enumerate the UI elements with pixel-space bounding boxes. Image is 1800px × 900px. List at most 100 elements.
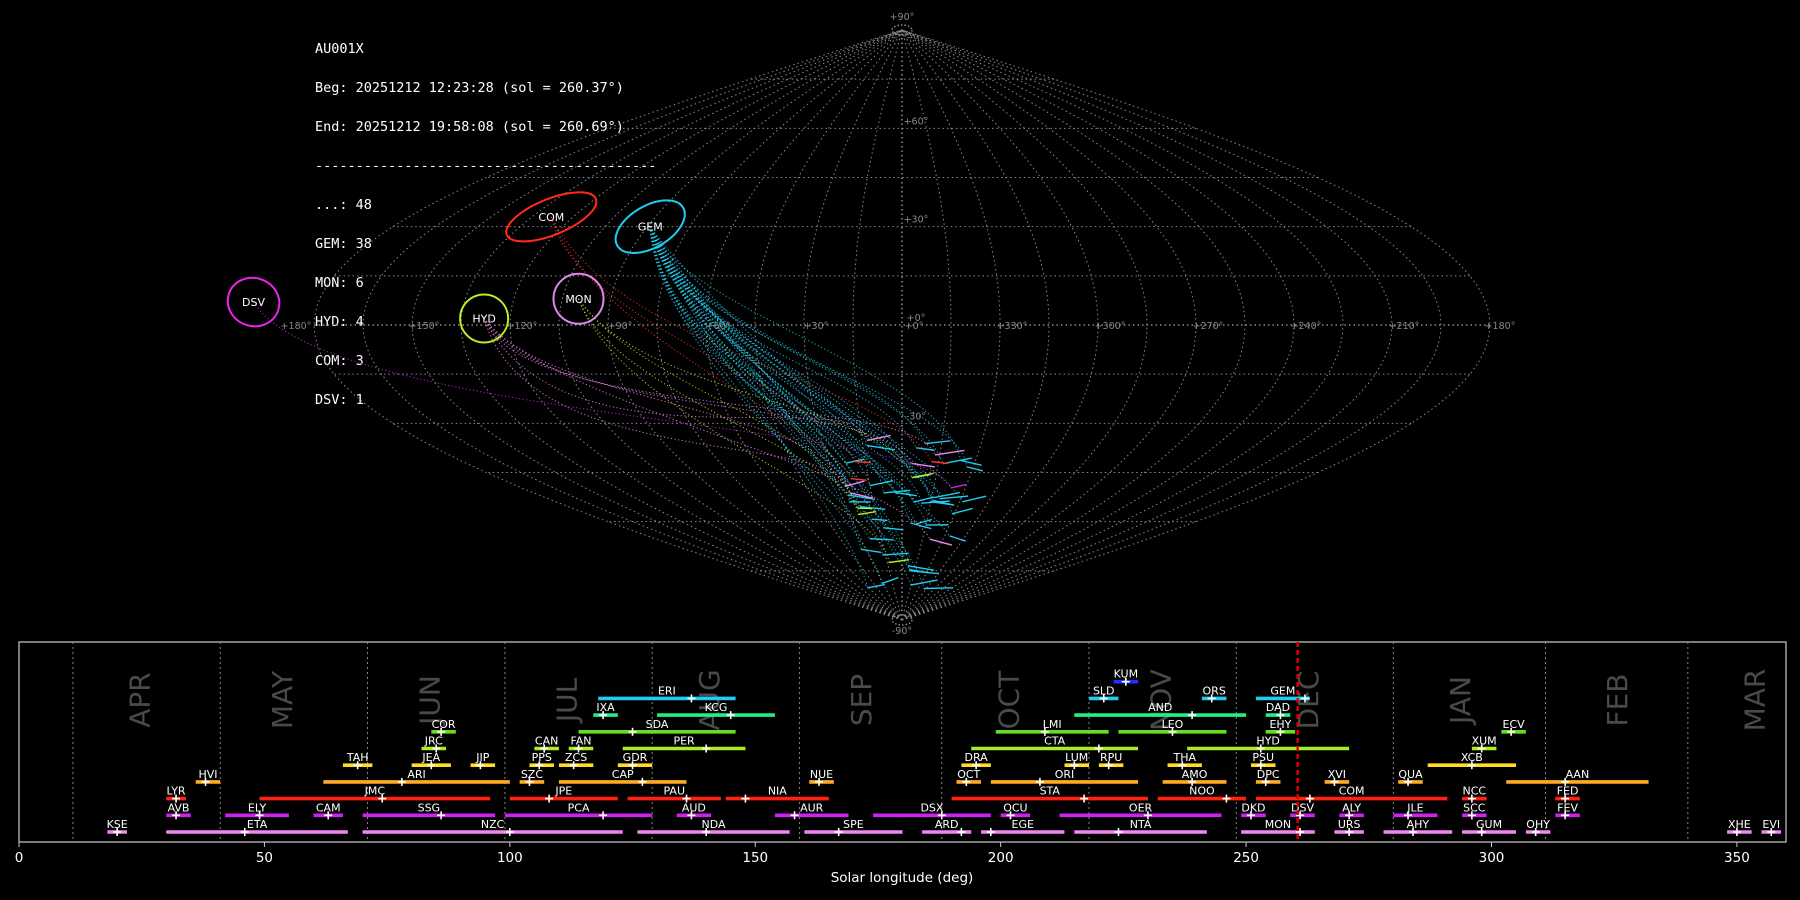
shower-bar: KSE — [107, 818, 128, 836]
shower-bar: EHY — [1265, 718, 1296, 736]
meteor-trail — [649, 226, 873, 520]
shower-code-label: ORI — [1055, 768, 1075, 781]
meteor-segment — [951, 507, 973, 515]
shower-bar: JMC — [259, 785, 491, 803]
shower-bar: JPE — [509, 785, 618, 803]
shower-code-label: HYD — [1256, 735, 1279, 748]
shower-code-label: LEO — [1162, 718, 1184, 731]
meteor-segment — [888, 558, 910, 564]
shower-code-label: PCA — [568, 801, 590, 814]
shower-bar: LUM — [1064, 751, 1090, 770]
longitude-label: +0° — [905, 321, 924, 332]
meteor-segment — [910, 579, 938, 586]
shower-bar: NTA — [1074, 818, 1207, 836]
meteor-segment — [960, 459, 982, 466]
x-tick-label: 200 — [988, 850, 1014, 866]
shower-code-label: SLD — [1093, 684, 1115, 697]
meteor-trail — [649, 226, 922, 504]
shower-code-label: ETA — [247, 818, 268, 831]
meteor-segment — [934, 449, 965, 456]
meteor-segment — [911, 462, 936, 468]
meteor-trail — [649, 226, 933, 501]
meteor-segment — [869, 537, 894, 541]
longitude-label: +330° — [997, 321, 1028, 332]
x-tick-label: 350 — [1724, 850, 1750, 866]
shower-bar: NDA — [637, 818, 790, 836]
shower-bar: ECV — [1501, 718, 1526, 736]
shower-code-label: OHY — [1526, 818, 1550, 831]
shower-code-label: SPE — [843, 818, 864, 831]
meteor-trail — [649, 226, 861, 507]
meteor-trail — [649, 226, 909, 566]
shower-bar: PPS — [529, 751, 555, 770]
meteor-trail — [649, 226, 950, 537]
x-tick-label: 0 — [15, 850, 24, 866]
meteor-trail — [253, 301, 952, 489]
shower-bar: OCU — [1000, 801, 1031, 820]
shower-bar: ELY — [225, 801, 289, 820]
shower-code-label: ECV — [1503, 718, 1526, 731]
x-tick-label: 300 — [1479, 850, 1505, 866]
meteor-segment — [882, 552, 909, 556]
month-label: MAR — [1739, 669, 1772, 732]
shower-bar: DRA — [961, 751, 991, 770]
plot-frame — [18, 641, 1787, 843]
shower-code-label: PAU — [664, 785, 686, 798]
meteor-trail — [649, 226, 851, 496]
shower-bar: KCG — [657, 701, 775, 720]
shower-bar: LMI — [995, 718, 1109, 736]
shower-code-label: PPS — [532, 751, 552, 764]
shower-bar: DKD — [1241, 801, 1266, 820]
radiant-label: DSV — [242, 296, 265, 309]
shower-bar: SLD — [1089, 684, 1119, 703]
shower-code-label: NDA — [702, 818, 727, 831]
shower-code-label: LMI — [1043, 718, 1062, 731]
shower-code-label: KUM — [1114, 668, 1138, 681]
shower-code-label: NZC — [481, 818, 505, 831]
shower-code-label: NCC — [1463, 785, 1487, 798]
shower-code-label: XUM — [1472, 735, 1497, 748]
shower-bar: CTA — [971, 735, 1139, 753]
shower-code-label: ARD — [935, 818, 959, 831]
shower-bar: QUA — [1398, 768, 1423, 786]
shower-bar: PAU — [627, 785, 721, 803]
shower-code-label: PSU — [1252, 751, 1274, 764]
month-label: AUG — [693, 669, 726, 730]
radiant-label: COM — [538, 211, 564, 224]
shower-code-label: URS — [1338, 818, 1361, 831]
shower-code-label: TAH — [346, 751, 369, 764]
shower-code-label: ALY — [1342, 801, 1361, 814]
shower-code-label: OCT — [957, 768, 980, 781]
shower-bar: JRC — [421, 735, 447, 753]
shower-bar: NOO — [1157, 785, 1247, 803]
latitude-label: +90° — [890, 12, 915, 23]
longitude-label: +120° — [507, 321, 538, 332]
shower-bar: DSV — [1290, 801, 1315, 820]
month-label: JUN — [413, 675, 446, 727]
latitude-label: -90° — [892, 626, 912, 637]
month-label: NOV — [1145, 669, 1178, 731]
shower-code-label: DPC — [1257, 768, 1280, 781]
meteor-segment — [866, 434, 891, 442]
shower-bar: LEO — [1118, 718, 1227, 736]
shower-code-label: EHY — [1269, 718, 1291, 731]
shower-code-label: XVI — [1328, 768, 1346, 781]
shower-bar: SCC — [1462, 801, 1487, 820]
shower-code-label: ORS — [1203, 684, 1226, 697]
meteor-trail — [649, 226, 967, 467]
longitude-label: +210° — [1389, 321, 1420, 332]
meteor-trails — [253, 216, 987, 590]
shower-code-label: HVI — [198, 768, 217, 781]
shower-bar: NUE — [809, 768, 834, 786]
shower-code-label: JRC — [424, 735, 443, 748]
shower-bar: ERI — [598, 684, 736, 703]
shower-code-label: AAN — [1566, 768, 1590, 781]
shower-bar: SDA — [578, 718, 736, 736]
shower-bar: XUM — [1472, 735, 1497, 753]
shower-bar: FEV — [1555, 801, 1580, 820]
shower-code-label: LUM — [1065, 751, 1088, 764]
meteor-segment — [950, 483, 967, 489]
meridian-line — [901, 29, 1442, 621]
shower-code-label: GUM — [1476, 818, 1502, 831]
latitude-label: -30° — [906, 411, 926, 422]
